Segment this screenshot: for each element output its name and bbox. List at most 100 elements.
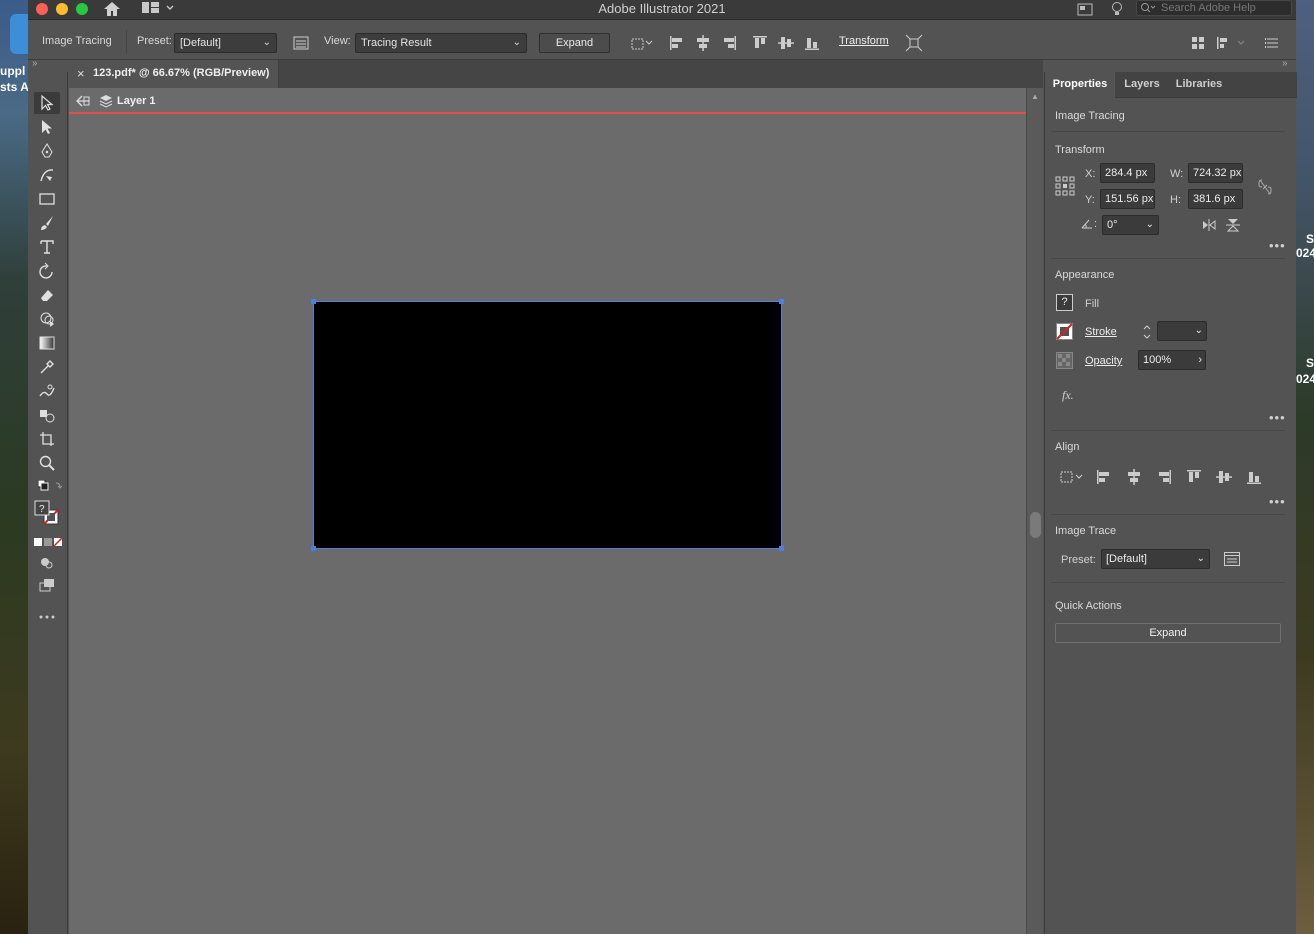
view-select[interactable]: Tracing Result ⌄: [355, 33, 527, 53]
dock-app-icon[interactable]: [10, 14, 30, 54]
type-tool[interactable]: [34, 236, 60, 258]
blend-tool[interactable]: [34, 380, 60, 402]
traced-image-object[interactable]: [311, 299, 784, 551]
distribute-icon[interactable]: [1214, 33, 1248, 53]
edit-toolbar-button[interactable]: [34, 606, 60, 628]
h-label: H:: [1170, 194, 1181, 206]
height-field[interactable]: 381.6 px: [1188, 189, 1243, 209]
rotate-tool[interactable]: [34, 260, 60, 282]
view-select-value: Tracing Result: [361, 37, 432, 49]
color-mode-icon: [34, 537, 63, 547]
opacity-label[interactable]: Opacity: [1085, 355, 1122, 367]
stroke-label[interactable]: Stroke: [1085, 326, 1117, 338]
fill-swatch[interactable]: ?: [1056, 294, 1073, 311]
selection-handle[interactable]: [779, 299, 784, 304]
align-to-icon[interactable]: [628, 33, 654, 53]
align-vertical-center-icon[interactable]: [1215, 468, 1233, 486]
quick-action-expand-button[interactable]: Expand: [1055, 623, 1281, 643]
swap-colors-icon: [38, 480, 63, 491]
constrain-proportions-icon[interactable]: [1257, 178, 1273, 196]
rotate-angle-field[interactable]: 0° ⌄: [1102, 215, 1159, 235]
exit-isolation-back-icon[interactable]: [75, 94, 91, 108]
stroke-swatch[interactable]: [1056, 323, 1073, 340]
artboard-tool[interactable]: [34, 428, 60, 450]
direct-selection-tool[interactable]: [34, 116, 60, 138]
transform-link[interactable]: Transform: [839, 35, 889, 47]
align-left-icon[interactable]: [667, 33, 687, 53]
align-top-icon[interactable]: [1185, 468, 1203, 486]
selection-handle[interactable]: [779, 546, 784, 551]
fill-stroke-swatches[interactable]: ?: [34, 500, 60, 532]
canvas-area[interactable]: Layer 1: [69, 88, 1026, 934]
vertical-scrollbar[interactable]: ▲: [1026, 88, 1043, 934]
scrollbar-thumb[interactable]: [1030, 512, 1041, 538]
flip-horizontal-icon[interactable]: [1201, 219, 1217, 231]
quick-actions-section-title: Quick Actions: [1055, 600, 1122, 612]
tab-properties[interactable]: Properties: [1045, 72, 1115, 98]
help-search-placeholder: Search Adobe Help: [1161, 2, 1256, 14]
help-search-field[interactable]: Search Adobe Help: [1136, 0, 1292, 16]
arrange-documents-icon[interactable]: [1076, 1, 1094, 17]
width-field[interactable]: 724.32 px: [1188, 163, 1243, 183]
illustrator-window: Adobe Illustrator 2021 Search Adobe Help…: [28, 0, 1297, 934]
arrange-icon[interactable]: [1188, 33, 1208, 53]
opacity-field[interactable]: 100% ›: [1138, 350, 1206, 370]
panel-menu-icon[interactable]: [1262, 33, 1282, 53]
default-colors-control[interactable]: [34, 478, 63, 496]
desktop-text: S: [1305, 232, 1314, 246]
fx-effects-button[interactable]: fx.: [1062, 388, 1074, 403]
selection-handle[interactable]: [311, 546, 316, 551]
drawing-modes-tool[interactable]: [34, 552, 60, 574]
gradient-tool[interactable]: [34, 332, 60, 354]
align-bottom-icon[interactable]: [1245, 468, 1263, 486]
appearance-more-options-icon[interactable]: •••: [1269, 410, 1286, 425]
color-mode-buttons[interactable]: [34, 536, 63, 550]
tab-libraries[interactable]: Libraries: [1169, 72, 1229, 98]
shape-builder-tool[interactable]: [34, 308, 60, 330]
rectangle-tool[interactable]: [34, 188, 60, 210]
tab-layers[interactable]: Layers: [1117, 72, 1167, 98]
align-bottom-icon[interactable]: [802, 33, 822, 53]
scroll-up-icon[interactable]: ▲: [1031, 92, 1039, 101]
y-label: Y:: [1085, 194, 1095, 206]
close-tab-icon[interactable]: ×: [77, 66, 85, 81]
selection-handle[interactable]: [311, 299, 316, 304]
isolate-object-icon[interactable]: [904, 33, 924, 53]
stroke-weight-field[interactable]: ⌄: [1157, 321, 1207, 341]
image-trace-preset-label: Preset:: [1061, 554, 1096, 566]
eraser-tool[interactable]: [34, 284, 60, 306]
align-horizontal-center-icon[interactable]: [1125, 468, 1143, 486]
curvature-tool[interactable]: [34, 164, 60, 186]
collapse-toolbar-icon[interactable]: »: [32, 58, 38, 69]
align-left-icon[interactable]: [1095, 468, 1113, 486]
expand-button[interactable]: Expand: [539, 33, 610, 53]
flip-vertical-icon[interactable]: [1226, 218, 1240, 232]
zoom-tool[interactable]: [34, 452, 60, 474]
align-right-icon[interactable]: [719, 33, 739, 53]
image-trace-preset-select[interactable]: [Default] ⌄: [1101, 549, 1210, 569]
desktop-text: 024: [1296, 372, 1314, 386]
selection-tool[interactable]: [34, 92, 60, 114]
transform-more-options-icon[interactable]: •••: [1269, 238, 1286, 253]
align-vertical-center-icon[interactable]: [776, 33, 796, 53]
paintbrush-tool[interactable]: [34, 212, 60, 234]
collapse-panels-icon[interactable]: »: [1282, 58, 1288, 69]
pen-tool[interactable]: [34, 140, 60, 162]
y-position-field[interactable]: 151.56 px: [1100, 189, 1155, 209]
align-horizontal-center-icon[interactable]: [693, 33, 713, 53]
eyedropper-tool[interactable]: [34, 356, 60, 378]
document-tab[interactable]: × 123.pdf* @ 66.67% (RGB/Preview): [69, 60, 279, 88]
reference-point-icon[interactable]: [1055, 176, 1075, 196]
stroke-weight-stepper-icon[interactable]: [1141, 322, 1153, 342]
image-trace-panel-icon[interactable]: [291, 33, 311, 53]
screen-mode-tool[interactable]: [34, 574, 60, 596]
x-position-field[interactable]: 284.4 px: [1100, 163, 1155, 183]
image-trace-panel-icon[interactable]: [1223, 550, 1241, 568]
preset-select[interactable]: [Default] ⌄: [174, 33, 277, 53]
align-right-icon[interactable]: [1155, 468, 1173, 486]
align-top-icon[interactable]: [750, 33, 770, 53]
align-to-icon[interactable]: [1059, 468, 1085, 486]
align-more-options-icon[interactable]: •••: [1269, 494, 1286, 509]
symbol-sprayer-tool[interactable]: [34, 404, 60, 426]
lightbulb-icon[interactable]: [1108, 1, 1126, 17]
